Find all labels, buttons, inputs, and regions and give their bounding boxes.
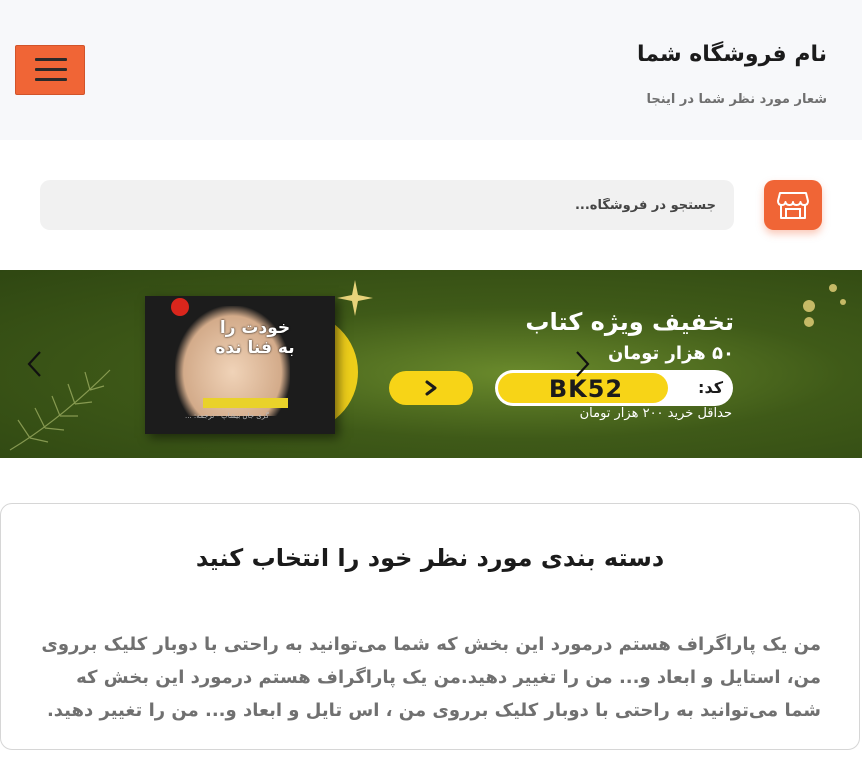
search-input[interactable] bbox=[40, 180, 734, 230]
book-badge bbox=[171, 298, 189, 316]
book-title: خودت را به فنا نده bbox=[215, 318, 295, 358]
book-author: گری جان بیشاپ - ترجمه: ... bbox=[185, 412, 269, 420]
category-description: من یک پاراگراف هستم درمورد این بخش که شم… bbox=[41, 634, 821, 721]
promo-min-purchase: حداقل خرید ۲۰۰ هزار تومان bbox=[579, 406, 732, 421]
promo-go-button[interactable] bbox=[389, 371, 473, 405]
menu-button[interactable] bbox=[15, 45, 85, 95]
coupon-box: BK52 کد: bbox=[495, 370, 733, 406]
promo-title: تخفیف ویژه کتاب bbox=[525, 308, 734, 336]
store-icon bbox=[777, 192, 809, 219]
hamburger-menu-icon-line bbox=[35, 68, 67, 71]
hamburger-menu-icon-line bbox=[35, 78, 67, 81]
store-button[interactable] bbox=[764, 180, 822, 230]
coupon-label: کد: bbox=[698, 378, 723, 397]
leaf-decoration bbox=[9, 369, 111, 451]
chevron-right-icon bbox=[425, 380, 437, 396]
store-title[interactable]: نام فروشگاه شما bbox=[637, 42, 827, 67]
chevron-right-icon bbox=[576, 351, 590, 377]
hamburger-menu-icon bbox=[35, 58, 67, 61]
promo-banner[interactable]: خودت را به فنا نده گری جان بیشاپ - ترجمه… bbox=[0, 270, 862, 458]
dots-decoration bbox=[803, 284, 846, 327]
store-slogan: شعار مورد نظر شما در اینجا bbox=[646, 92, 827, 107]
search-box bbox=[40, 180, 734, 230]
category-section: دسته بندی مورد نظر خود را انتخاب کنید من… bbox=[0, 503, 860, 750]
chevron-left-icon bbox=[27, 351, 41, 377]
site-header: نام فروشگاه شما شعار مورد نظر شما در این… bbox=[0, 0, 862, 140]
promo-amount: ۵۰ هزار تومان bbox=[607, 343, 734, 364]
star-decoration bbox=[337, 280, 373, 316]
slider-next-button[interactable] bbox=[572, 350, 592, 378]
coupon-code: BK52 bbox=[548, 375, 624, 403]
book-strip bbox=[203, 398, 288, 408]
slider-prev-button[interactable] bbox=[25, 350, 45, 378]
book-cover: خودت را به فنا نده گری جان بیشاپ - ترجمه… bbox=[145, 296, 335, 434]
category-title: دسته بندی مورد نظر خود را انتخاب کنید bbox=[195, 544, 665, 572]
